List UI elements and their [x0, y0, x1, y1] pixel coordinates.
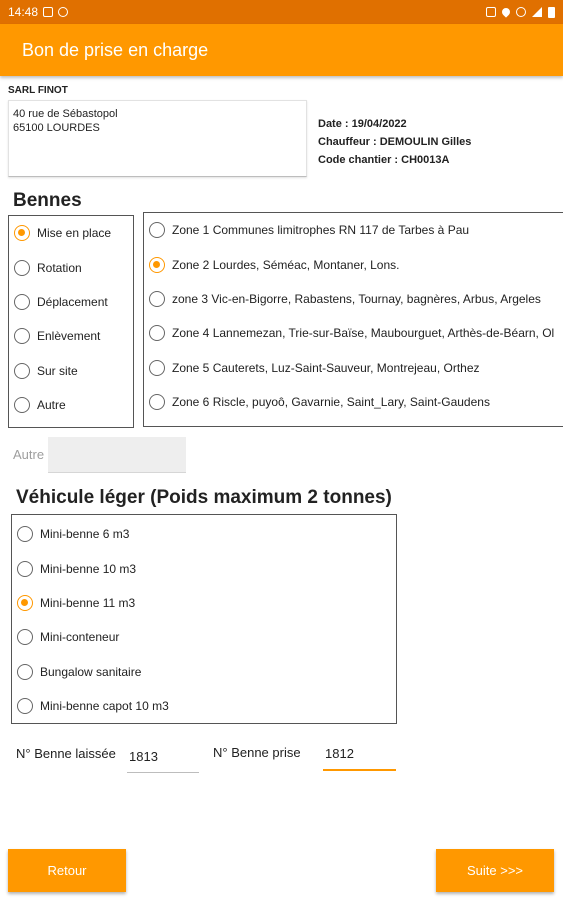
zone-option[interactable]: Zone 5 Cauterets, Luz-Saint-Sauveur, Mon…	[144, 351, 563, 385]
status-time: 14:48	[8, 5, 39, 19]
battery-icon	[548, 6, 555, 18]
radio-unchecked-icon[interactable]	[14, 397, 30, 414]
radio-unchecked-icon[interactable]	[14, 259, 30, 276]
zone-group: Zone 1 Communes limitrophes RN 117 de Ta…	[143, 212, 563, 427]
zone-option-label: Zone 4 Lannemezan, Trie-sur-Baïse, Maubo…	[172, 326, 555, 341]
benne-type-option-label: Sur site	[37, 363, 78, 378]
zone-option[interactable]: Zone 1 Communes limitrophes RN 117 de Ta…	[144, 213, 563, 247]
zone-option-label: Zone 1 Communes limitrophes RN 117 de Ta…	[172, 223, 470, 238]
radio-unchecked-icon[interactable]	[149, 222, 165, 239]
zone-option-label: zone 3 Vic-en-Bigorre, Rabastens, Tourna…	[172, 291, 541, 306]
benne-type-option[interactable]: Mise en place	[9, 216, 133, 250]
status-bar: 14:48	[0, 0, 563, 24]
benne-type-option[interactable]: Rotation	[9, 250, 133, 284]
benne-type-option-label: Mise en place	[37, 226, 112, 241]
bennes-heading: Bennes	[13, 190, 82, 211]
zone-option-label: Zone 2 Lourdes, Séméac, Montaner, Lons.	[172, 257, 400, 272]
benne-laissee-label: N° Benne laissée	[16, 746, 116, 761]
benne-type-option[interactable]: Sur site	[9, 354, 133, 388]
radio-checked-icon[interactable]	[17, 594, 33, 611]
chauffeur-text: Chauffeur : DEMOULIN Gilles	[318, 136, 472, 148]
radio-unchecked-icon[interactable]	[17, 698, 33, 715]
radio-unchecked-icon[interactable]	[17, 526, 33, 543]
autre-label: Autre	[13, 447, 45, 462]
benne-type-option-label: Rotation	[37, 260, 82, 275]
mute-icon	[486, 7, 496, 17]
vehicule-heading: Véhicule léger (Poids maximum 2 tonnes)	[16, 487, 392, 508]
address-line-1: 40 rue de Sébastopol	[13, 108, 118, 120]
page-title: Bon de prise en charge	[22, 39, 209, 60]
retour-button[interactable]: Retour	[8, 849, 126, 892]
client-name: SARL FINOT	[8, 85, 68, 96]
vehicule-option[interactable]: Mini-benne capot 10 m3	[12, 689, 396, 723]
zone-option-label: Zone 5 Cauterets, Luz-Saint-Sauveur, Mon…	[172, 360, 480, 375]
vehicule-option[interactable]: Mini-benne 6 m3	[12, 517, 396, 551]
vehicule-option[interactable]: Mini-conteneur	[12, 620, 396, 654]
vehicule-group: Mini-benne 6 m3 Mini-benne 10 m3 Mini-benn…	[11, 514, 397, 724]
benne-type-option-label: Enlèvement	[37, 329, 101, 344]
zone-option-label: Zone 6 Riscle, puyoô, Gavarnie, Saint_La…	[172, 395, 490, 410]
vehicule-option-label: Mini-benne 10 m3	[40, 561, 137, 576]
chantier-code-text: Code chantier : CH0013A	[318, 154, 450, 166]
benne-type-group: Mise en place Rotation Déplacement Enlèveme…	[8, 215, 134, 428]
benne-type-option[interactable]: Enlèvement	[9, 319, 133, 353]
benne-prise-label: N° Benne prise	[213, 745, 301, 760]
radio-unchecked-icon[interactable]	[149, 394, 165, 411]
location-icon	[500, 6, 512, 18]
image-icon	[43, 7, 54, 17]
address-line-2: 65100 LOURDES	[13, 122, 100, 134]
zone-option[interactable]: Zone 4 Lannemezan, Trie-sur-Baïse, Maubo…	[144, 316, 563, 350]
vehicule-option-label: Mini-benne 6 m3	[40, 527, 130, 542]
benne-prise-input[interactable]	[323, 738, 396, 771]
vehicule-option-label: Mini-benne capot 10 m3	[40, 699, 169, 714]
signal-icon	[532, 7, 542, 17]
zone-option[interactable]: zone 3 Vic-en-Bigorre, Rabastens, Tourna…	[144, 282, 563, 316]
radio-checked-icon[interactable]	[14, 225, 30, 242]
radio-unchecked-icon[interactable]	[149, 359, 165, 376]
radio-unchecked-icon[interactable]	[149, 290, 165, 307]
radio-unchecked-icon[interactable]	[14, 328, 30, 345]
wifi-icon	[516, 7, 526, 17]
radio-unchecked-icon[interactable]	[17, 663, 33, 680]
benne-type-option[interactable]: Déplacement	[9, 285, 133, 319]
app-bar: Bon de prise en charge	[0, 24, 563, 76]
vehicule-option-label: Mini-conteneur	[40, 630, 120, 645]
radio-unchecked-icon[interactable]	[17, 629, 33, 646]
radio-unchecked-icon[interactable]	[149, 325, 165, 342]
vehicule-option-label: Bungalow sanitaire	[40, 664, 142, 679]
suite-button[interactable]: Suite >>>	[436, 849, 554, 892]
client-address: 40 rue de Sébastopol 65100 LOURDES	[8, 100, 307, 177]
radio-unchecked-icon[interactable]	[14, 362, 30, 379]
benne-type-option-label: Autre	[37, 398, 66, 413]
radio-unchecked-icon[interactable]	[17, 560, 33, 577]
benne-type-option[interactable]: Autre	[9, 388, 133, 422]
vehicule-option[interactable]: Mini-benne 11 m3	[12, 586, 396, 620]
vehicule-option[interactable]: Bungalow sanitaire	[12, 655, 396, 689]
job-meta: Date : 19/04/2022 Chauffeur : DEMOULIN G…	[318, 115, 471, 169]
radio-unchecked-icon[interactable]	[14, 293, 30, 310]
autre-input[interactable]	[48, 437, 186, 473]
radio-checked-icon[interactable]	[149, 256, 165, 273]
benne-type-option-label: Déplacement	[37, 294, 108, 309]
zone-option[interactable]: Zone 6 Riscle, puyoô, Gavarnie, Saint_La…	[144, 385, 563, 419]
zone-option[interactable]: Zone 2 Lourdes, Séméac, Montaner, Lons.	[144, 247, 563, 281]
benne-laissee-input[interactable]	[127, 740, 199, 773]
whatsapp-icon	[58, 7, 69, 17]
date-text: Date : 19/04/2022	[318, 118, 407, 130]
vehicule-option[interactable]: Mini-benne 10 m3	[12, 551, 396, 585]
vehicule-option-label: Mini-benne 11 m3	[40, 595, 136, 610]
